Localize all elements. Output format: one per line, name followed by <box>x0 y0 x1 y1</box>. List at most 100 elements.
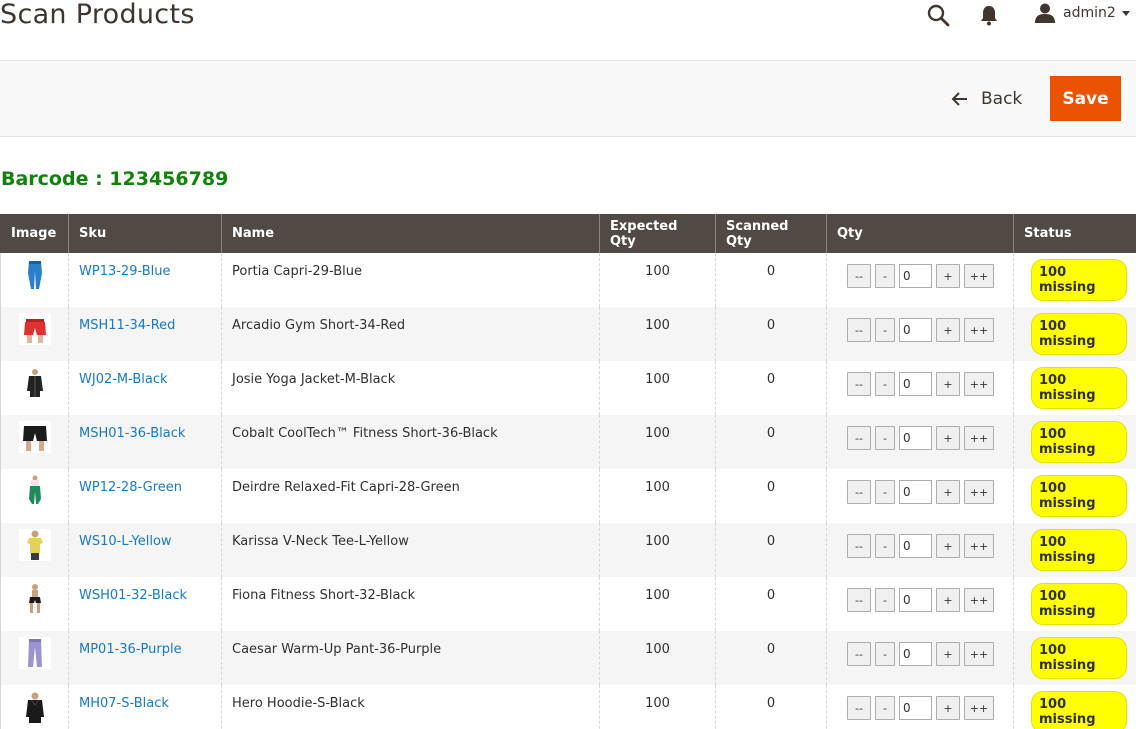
qty-decrease-button[interactable]: - <box>875 588 895 612</box>
sku-link[interactable]: WS10-L-Yellow <box>79 534 172 549</box>
sku-link[interactable]: WP12-28-Green <box>79 480 182 495</box>
sku-link[interactable]: MSH11-34-Red <box>79 318 175 333</box>
qty-increase-button[interactable]: + <box>936 480 960 504</box>
qty-increase-button[interactable]: + <box>936 426 960 450</box>
qty-increase-all-button[interactable]: ++ <box>964 642 994 666</box>
product-thumbnail[interactable] <box>18 583 51 615</box>
search-icon[interactable] <box>926 3 950 27</box>
table-row: MH07-S-Black Hero Hoodie-S-Black 100 0 -… <box>0 685 1136 729</box>
qty-input[interactable] <box>899 372 932 396</box>
qty-increase-all-button[interactable]: ++ <box>964 372 994 396</box>
qty-input[interactable] <box>899 264 932 288</box>
qty-increase-button[interactable]: + <box>936 696 960 720</box>
bell-icon[interactable] <box>979 4 999 26</box>
save-button[interactable]: Save <box>1050 76 1121 121</box>
qty-input[interactable] <box>899 318 932 342</box>
product-thumbnail[interactable] <box>18 691 51 723</box>
expected-qty-cell: 100 <box>599 469 716 523</box>
sku-cell: MP01-36-Purple <box>68 631 222 685</box>
qty-increase-all-button[interactable]: ++ <box>964 534 994 558</box>
sku-link[interactable]: WJ02-M-Black <box>79 372 168 387</box>
qty-cell: -- - + ++ <box>826 685 1014 729</box>
qty-decrease-button[interactable]: - <box>875 264 895 288</box>
column-header-scanned-qty: Scanned Qty <box>715 214 827 253</box>
back-button[interactable]: Back <box>951 85 1022 113</box>
qty-decrease-button[interactable]: - <box>875 426 895 450</box>
qty-increase-button[interactable]: + <box>936 264 960 288</box>
table-row: MSH11-34-Red Arcadio Gym Short-34-Red 10… <box>0 307 1136 361</box>
sku-link[interactable]: WSH01-32-Black <box>79 588 187 603</box>
sku-link[interactable]: MSH01-36-Black <box>79 426 185 441</box>
chevron-down-icon <box>1121 10 1130 16</box>
name-cell: Josie Yoga Jacket-M-Black <box>221 361 600 415</box>
name-cell: Karissa V-Neck Tee-L-Yellow <box>221 523 600 577</box>
scanned-qty-cell: 0 <box>715 631 827 685</box>
qty-cell: -- - + ++ <box>826 361 1014 415</box>
qty-increase-all-button[interactable]: ++ <box>964 264 994 288</box>
qty-cell: -- - + ++ <box>826 415 1014 469</box>
qty-input[interactable] <box>899 480 932 504</box>
status-cell: 100 missing <box>1013 253 1136 307</box>
qty-decrease-all-button[interactable]: -- <box>847 588 871 612</box>
qty-decrease-button[interactable]: - <box>875 642 895 666</box>
qty-input[interactable] <box>899 642 932 666</box>
qty-increase-all-button[interactable]: ++ <box>964 426 994 450</box>
user-menu[interactable]: admin2 <box>1034 1 1130 25</box>
qty-decrease-button[interactable]: - <box>875 480 895 504</box>
qty-increase-all-button[interactable]: ++ <box>964 318 994 342</box>
name-cell: Cobalt CoolTech™ Fitness Short-36-Black <box>221 415 600 469</box>
table-row: MP01-36-Purple Caesar Warm-Up Pant-36-Pu… <box>0 631 1136 685</box>
qty-increase-button[interactable]: + <box>936 372 960 396</box>
qty-decrease-all-button[interactable]: -- <box>847 264 871 288</box>
qty-increase-button[interactable]: + <box>936 588 960 612</box>
qty-decrease-button[interactable]: - <box>875 372 895 396</box>
user-name: admin2 <box>1063 5 1116 21</box>
qty-decrease-all-button[interactable]: -- <box>847 372 871 396</box>
sku-link[interactable]: MP01-36-Purple <box>79 642 182 657</box>
product-thumbnail[interactable] <box>18 529 51 561</box>
qty-increase-button[interactable]: + <box>936 534 960 558</box>
qty-decrease-button[interactable]: - <box>875 696 895 720</box>
qty-input[interactable] <box>899 426 932 450</box>
qty-increase-all-button[interactable]: ++ <box>964 588 994 612</box>
qty-increase-all-button[interactable]: ++ <box>964 480 994 504</box>
status-cell: 100 missing <box>1013 685 1136 729</box>
page-title: Scan Products <box>0 0 195 30</box>
image-cell <box>0 523 69 577</box>
product-thumbnail[interactable] <box>18 637 51 669</box>
product-thumbnail[interactable] <box>18 421 51 453</box>
user-icon <box>1035 3 1055 23</box>
arrow-left-icon <box>951 92 967 106</box>
qty-decrease-all-button[interactable]: -- <box>847 426 871 450</box>
qty-decrease-all-button[interactable]: -- <box>847 480 871 504</box>
image-cell <box>0 415 69 469</box>
product-thumbnail[interactable] <box>18 367 51 399</box>
qty-decrease-button[interactable]: - <box>875 534 895 558</box>
qty-input[interactable] <box>899 534 932 558</box>
sku-cell: WSH01-32-Black <box>68 577 222 631</box>
qty-input[interactable] <box>899 588 932 612</box>
qty-input[interactable] <box>899 696 932 720</box>
qty-decrease-all-button[interactable]: -- <box>847 642 871 666</box>
image-cell <box>0 469 69 523</box>
qty-decrease-all-button[interactable]: -- <box>847 318 871 342</box>
qty-decrease-button[interactable]: - <box>875 318 895 342</box>
status-badge: 100 missing <box>1031 367 1127 409</box>
status-cell: 100 missing <box>1013 469 1136 523</box>
image-cell <box>0 631 69 685</box>
qty-increase-all-button[interactable]: ++ <box>964 696 994 720</box>
sku-link[interactable]: WP13-29-Blue <box>79 264 170 279</box>
product-thumbnail[interactable] <box>18 475 51 507</box>
image-cell <box>0 253 69 307</box>
barcode-title: Barcode : 123456789 <box>1 168 229 190</box>
product-thumbnail[interactable] <box>18 313 51 345</box>
sku-link[interactable]: MH07-S-Black <box>79 696 169 711</box>
qty-decrease-all-button[interactable]: -- <box>847 534 871 558</box>
qty-increase-button[interactable]: + <box>936 318 960 342</box>
table-row: WP13-29-Blue Portia Capri-29-Blue 100 0 … <box>0 253 1136 307</box>
qty-increase-button[interactable]: + <box>936 642 960 666</box>
qty-decrease-all-button[interactable]: -- <box>847 696 871 720</box>
image-cell <box>0 577 69 631</box>
product-thumbnail[interactable] <box>18 259 51 291</box>
qty-stepper: -- - + ++ <box>847 642 1003 666</box>
